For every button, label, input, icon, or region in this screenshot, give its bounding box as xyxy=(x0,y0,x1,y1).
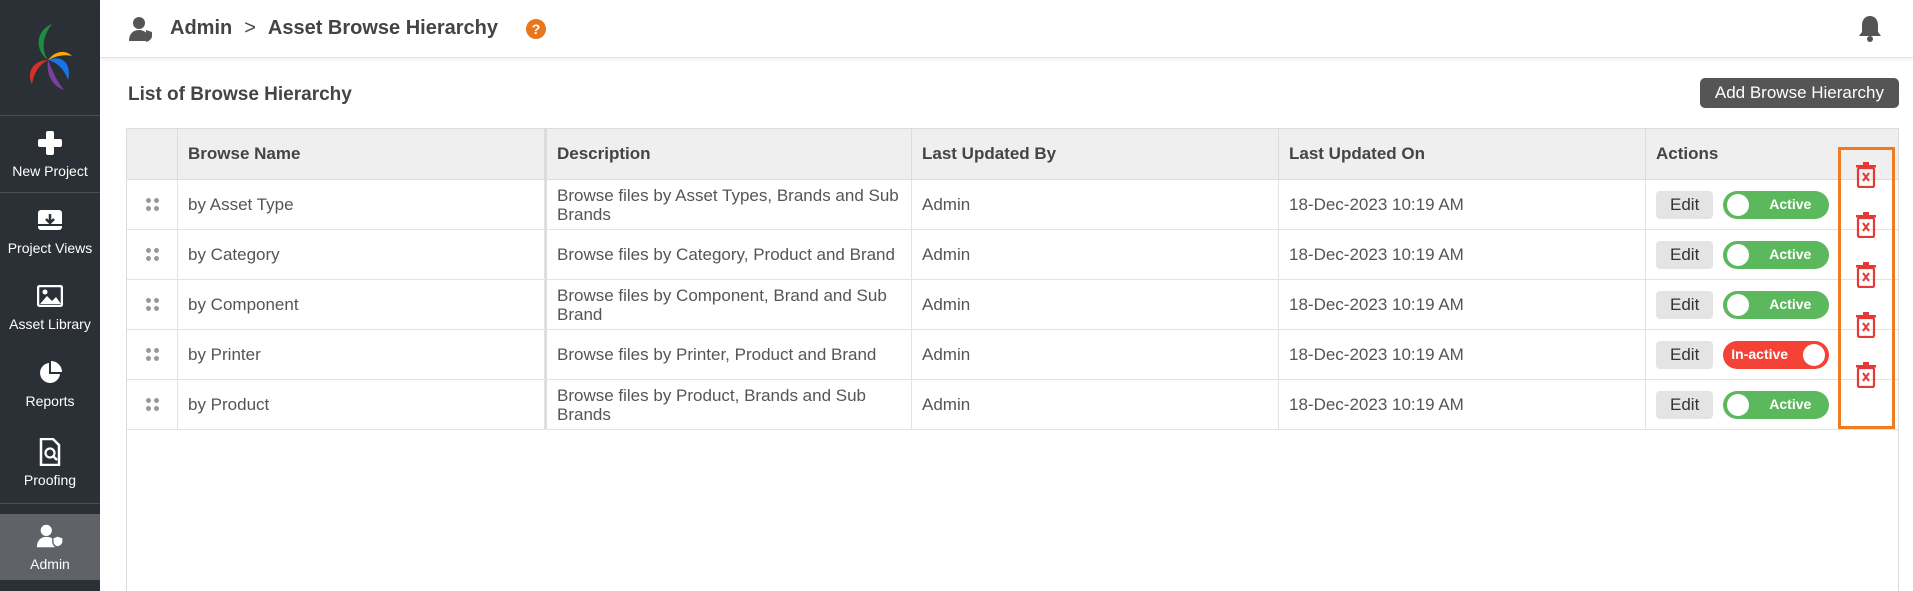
browse-name: by Asset Type xyxy=(178,180,545,229)
edit-button[interactable]: Edit xyxy=(1656,340,1714,369)
status-label: Active xyxy=(1769,246,1812,262)
description: Browse files by Product, Brands and Sub … xyxy=(545,380,912,429)
delete-icon[interactable] xyxy=(1855,312,1877,339)
table-header: Browse Name Description Last Updated By … xyxy=(127,129,1898,180)
header-drag-column xyxy=(127,129,178,179)
description: Browse files by Component, Brand and Sub… xyxy=(545,280,912,329)
nav-admin[interactable]: Admin xyxy=(0,514,100,580)
description: Browse files by Printer, Product and Bra… xyxy=(545,330,912,379)
delete-column-highlight xyxy=(1838,147,1895,429)
status-label: Active xyxy=(1769,296,1812,312)
user-shield-icon xyxy=(36,522,64,550)
drag-handle-icon[interactable] xyxy=(127,280,178,329)
edit-button[interactable]: Edit xyxy=(1656,240,1714,269)
status-toggle[interactable]: Active xyxy=(1723,190,1830,219)
help-icon[interactable]: ? xyxy=(526,18,547,39)
browse-name: by Product xyxy=(178,380,545,429)
nav-label: Reports xyxy=(25,393,75,409)
edit-button[interactable]: Edit xyxy=(1656,390,1714,419)
breadcrumb-root[interactable]: Admin xyxy=(170,17,232,40)
edit-button[interactable]: Edit xyxy=(1656,290,1714,319)
delete-icon[interactable] xyxy=(1855,362,1877,389)
last-updated-by: Admin xyxy=(912,380,1279,429)
pie-chart-icon xyxy=(36,359,64,387)
delete-icon[interactable] xyxy=(1855,162,1877,189)
drag-handle-icon[interactable] xyxy=(127,330,178,379)
sidebar: New Project Project Views Asset Library … xyxy=(0,0,100,591)
nav-label: Asset Library xyxy=(9,316,91,332)
description: Browse files by Asset Types, Brands and … xyxy=(545,180,912,229)
browse-name: by Component xyxy=(178,280,545,329)
breadcrumb-current: Asset Browse Hierarchy xyxy=(267,17,499,39)
status-toggle[interactable]: Active xyxy=(1723,390,1830,419)
nav-reports[interactable]: Reports xyxy=(0,345,100,423)
last-updated-on: 18-Dec-2023 10:19 AM xyxy=(1279,280,1646,329)
header-browse-name[interactable]: Browse Name xyxy=(178,129,545,179)
top-header: Admin > Asset Browse Hierarchy ? xyxy=(100,0,1913,58)
status-label: Active xyxy=(1769,396,1812,412)
table-row: by Category Browse files by Category, Pr… xyxy=(127,230,1898,280)
main-content: List of Browse Hierarchy Add Browse Hier… xyxy=(100,58,1913,591)
table-row: by Component Browse files by Component, … xyxy=(127,280,1898,330)
drag-handle-icon[interactable] xyxy=(127,180,178,229)
status-toggle[interactable]: Active xyxy=(1723,290,1830,319)
archive-icon xyxy=(36,206,64,234)
status-toggle[interactable]: In-active xyxy=(1723,340,1830,369)
last-updated-on: 18-Dec-2023 10:19 AM xyxy=(1279,180,1646,229)
nav-label: Admin xyxy=(30,556,70,572)
nav-proofing[interactable]: Proofing xyxy=(0,423,100,503)
header-last-updated-by[interactable]: Last Updated By xyxy=(912,129,1279,179)
drag-handle-icon[interactable] xyxy=(127,380,178,429)
nav-label: Project Views xyxy=(7,240,93,256)
admin-user-icon xyxy=(128,15,154,43)
image-icon xyxy=(36,282,64,310)
last-updated-on: 18-Dec-2023 10:19 AM xyxy=(1279,230,1646,279)
breadcrumb-separator: > xyxy=(244,17,256,39)
browse-hierarchy-table: Browse Name Description Last Updated By … xyxy=(126,128,1899,591)
plus-icon xyxy=(36,129,64,157)
status-label: In-active xyxy=(1731,346,1789,362)
drag-handle-icon[interactable] xyxy=(127,230,178,279)
table-row: by Product Browse files by Product, Bran… xyxy=(127,380,1898,430)
table-row: by Printer Browse files by Printer, Prod… xyxy=(127,330,1898,380)
header-description[interactable]: Description xyxy=(545,129,912,179)
last-updated-on: 18-Dec-2023 10:19 AM xyxy=(1279,380,1646,429)
app-logo[interactable] xyxy=(0,0,100,115)
delete-icon[interactable] xyxy=(1855,212,1877,239)
table-row: by Asset Type Browse files by Asset Type… xyxy=(127,180,1898,230)
browse-name: by Printer xyxy=(178,330,545,379)
last-updated-on: 18-Dec-2023 10:19 AM xyxy=(1279,330,1646,379)
last-updated-by: Admin xyxy=(912,280,1279,329)
last-updated-by: Admin xyxy=(912,330,1279,379)
description: Browse files by Category, Product and Br… xyxy=(545,230,912,279)
nav-label: Proofing xyxy=(23,472,77,488)
add-browse-hierarchy-button[interactable]: Add Browse Hierarchy xyxy=(1699,78,1899,108)
nav-new-project[interactable]: New Project xyxy=(0,116,100,192)
last-updated-by: Admin xyxy=(912,180,1279,229)
status-toggle[interactable]: Active xyxy=(1723,240,1830,269)
notification-bell-icon[interactable] xyxy=(1857,14,1883,42)
edit-button[interactable]: Edit xyxy=(1656,190,1714,219)
delete-icon[interactable] xyxy=(1855,262,1877,289)
browse-name: by Category xyxy=(178,230,545,279)
last-updated-by: Admin xyxy=(912,230,1279,279)
proof-search-icon xyxy=(36,438,64,466)
nav-label: New Project xyxy=(12,163,88,179)
status-label: Active xyxy=(1769,196,1812,212)
nav-asset-library[interactable]: Asset Library xyxy=(0,269,100,345)
page-title: List of Browse Hierarchy xyxy=(128,84,352,105)
nav-project-views[interactable]: Project Views xyxy=(0,193,100,269)
header-last-updated-on[interactable]: Last Updated On xyxy=(1279,129,1646,179)
